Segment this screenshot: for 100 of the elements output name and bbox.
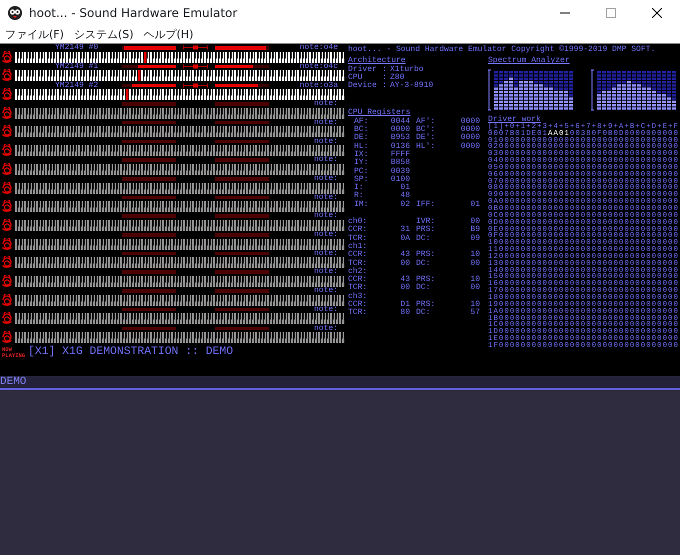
register-label: PRS: [415,276,436,284]
volume-meter [215,120,269,124]
register-value: 0000 [460,142,480,151]
separator-colon: : [382,82,388,90]
info-value: Z80 [390,74,404,82]
swirl-icon [1,69,14,82]
register-value: 0000 [460,118,480,126]
register-label: BC: [353,126,370,134]
register-value: B9 [469,226,480,234]
register-value: 10 [469,301,480,310]
register-label: AF': [415,118,436,126]
info-value: AY-3-8910 [390,82,434,90]
register-label: R: [353,192,365,200]
swirl-icon [1,238,14,250]
note-label: note: [314,231,339,239]
volume-meter [215,270,269,274]
volume-meter [215,64,269,68]
channel-name: YM2149 #0 [54,44,100,52]
register-value: 80 [399,309,410,318]
volume-meter [215,46,269,50]
info-value: X1turbo [390,66,424,74]
menu-item[interactable]: ファイル(F) [0,26,69,43]
volume-meter [215,177,269,180]
register-label: BC': [415,126,436,134]
register-label: DC: [415,284,432,293]
register-value: 0000 [390,126,410,134]
register-value: 0039 [390,168,410,176]
menu-item[interactable]: システム(S) [68,26,138,43]
register-label: ch1: [348,242,368,251]
volume-meter [122,289,176,293]
note-label: note: [314,118,339,126]
volume-meter [122,177,176,180]
swirl-icon [1,218,14,231]
register-value: 57 [469,309,480,318]
note-label: note:o4c [300,62,339,70]
register-label: CCR: [348,226,368,234]
register-value: 0044 [390,118,410,126]
volume-meter [215,252,269,256]
volume-meter [122,158,176,162]
section-heading: Driver work [488,116,541,124]
volume-meter [215,326,269,330]
swirl-icon [1,182,14,194]
header-text: hoot... - Sound Hardware Emulator Copyright ©1999-2019 DMP SOFT. [348,44,656,56]
register-label: HL': [415,142,436,151]
register-label: CCR: [348,251,368,260]
volume-meter [122,270,176,274]
register-label: CCR: [348,301,368,310]
swirl-icon [1,144,14,156]
menu-item[interactable]: ヘルプ(H) [138,26,198,43]
now-playing-title: [X1] X1G DEMONSTRATION :: DEMO [28,344,234,360]
volume-meter [215,214,269,218]
register-value: 10 [469,251,480,260]
info-label: Device [348,82,378,90]
volume-meter [122,140,176,144]
volume-meter [215,308,269,312]
register-value: 01 [399,184,410,192]
info-label: CPU [348,74,362,82]
note-label: note: [314,268,339,276]
register-label: AF: [353,118,370,126]
register-value: 0100 [390,176,410,184]
note-label: note: [314,306,339,314]
register-value: 43 [399,251,410,260]
note-label: note: [314,156,339,164]
register-label: DE: [353,134,370,142]
volume-meter [122,233,176,237]
swirl-icon [1,331,14,343]
register-value: D1 [399,301,410,310]
register-value: 00 [469,218,480,226]
register-value: 00 [399,284,410,293]
volume-meter [122,252,176,256]
section-heading: CPU Registers [348,109,412,118]
register-value: 48 [399,192,410,200]
register-value: 09 [469,234,480,243]
swirl-icon [1,274,14,287]
register-label: ch2: [348,268,368,276]
volume-meter [122,308,176,312]
register-label: DE': [415,134,436,142]
note-label: note:o4e [300,44,339,52]
playlist-item[interactable]: DEMO [0,376,680,390]
swirl-icon [1,88,14,100]
register-value: 0000 [460,134,480,142]
volume-meter [215,158,269,162]
close-icon [652,8,662,18]
swirl-icon [1,162,14,175]
register-label: ch3: [348,292,368,301]
note-label: note: [314,324,339,332]
register-value: B858 [390,159,410,168]
section-heading: Architecture [348,57,406,66]
volume-meter [122,102,176,106]
register-label: ch0: [348,218,368,226]
note-label: note: [314,138,339,146]
note-label: note: [314,212,339,220]
volume-meter [215,196,269,200]
register-label: PRS: [415,226,436,234]
window-title: hoot... - Sound Hardware Emulator [29,5,238,22]
volume-meter [215,102,269,106]
swirl-icon [1,50,14,63]
maximize-icon [606,8,616,18]
volume-meter [122,64,176,68]
swirl-icon [1,294,14,306]
